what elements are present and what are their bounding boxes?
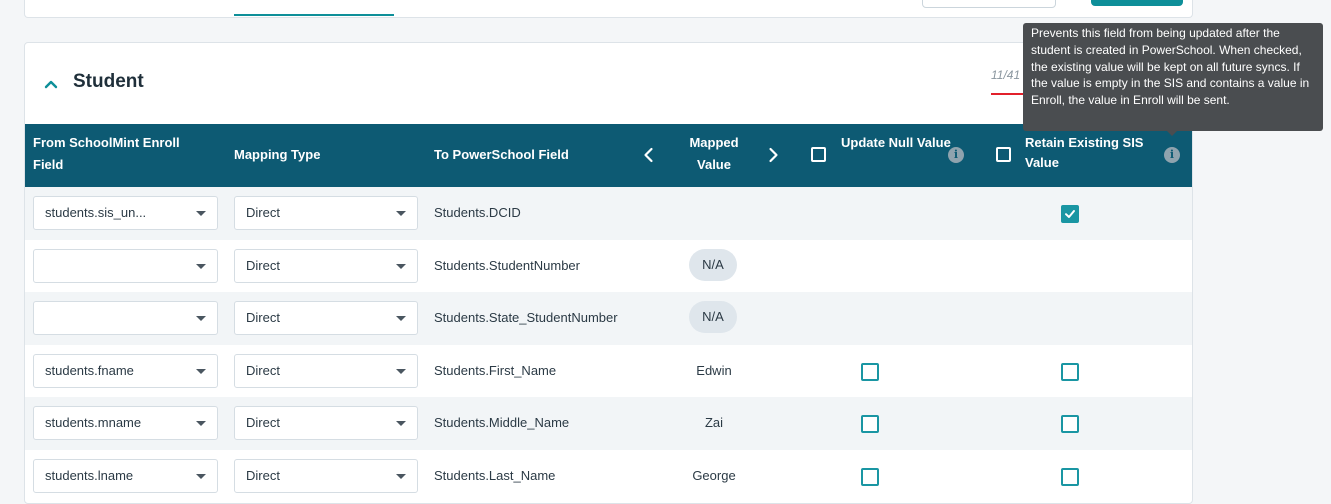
- enroll-field-value: students.fname: [45, 362, 134, 378]
- retain-existing-checkbox[interactable]: [1061, 467, 1079, 486]
- caret-down-icon: [396, 421, 406, 426]
- powerschool-field: Students.First_Name: [434, 362, 557, 378]
- caret-down-icon: [196, 211, 206, 216]
- header-update-null: Update Null Value: [841, 135, 951, 150]
- mapping-type-select[interactable]: Direct: [234, 458, 418, 493]
- mapped-value: Edwin: [696, 362, 732, 378]
- mapping-type-value: Direct: [246, 362, 280, 378]
- table-row: Direct Students.StudentNumber N/A: [25, 240, 1192, 293]
- caret-down-icon: [396, 263, 406, 269]
- header-to-field: To PowerSchool Field: [434, 147, 569, 162]
- tooltip-arrow: [1166, 130, 1178, 136]
- caret-down-icon: [196, 263, 206, 269]
- powerschool-field: Students.Last_Name: [434, 467, 556, 483]
- powerschool-field: Students.StudentNumber: [434, 257, 580, 273]
- enroll-field-value: students.lname: [45, 467, 134, 483]
- table-row: Direct Students.State_StudentNumber N/A: [25, 292, 1192, 345]
- mapping-type-value: Direct: [246, 415, 280, 430]
- retain-existing-checkbox[interactable]: [1061, 205, 1079, 223]
- enroll-field-select[interactable]: students.fname: [33, 353, 218, 388]
- mapping-type-select[interactable]: Direct: [234, 353, 418, 388]
- caret-down-icon: [396, 316, 406, 321]
- mapping-type-value: Direct: [246, 257, 280, 273]
- table-row: students.lname Direct Students.Last_Name Ge…: [25, 450, 1192, 503]
- enroll-field-select[interactable]: [33, 248, 218, 283]
- header-mapping-type: Mapping Type: [234, 147, 321, 162]
- retain-existing-checkbox[interactable]: [1061, 415, 1079, 433]
- checkmark-icon: [1065, 210, 1075, 218]
- update-null-checkbox[interactable]: [861, 467, 879, 486]
- caret-down-icon: [196, 473, 206, 479]
- mapping-type-select[interactable]: Direct: [234, 196, 418, 230]
- section-title: Student: [73, 71, 144, 92]
- field-counter: 11/41: [991, 68, 1021, 82]
- header-mapped-value: Mapped Value: [689, 135, 739, 172]
- mapped-value: Zai: [704, 415, 724, 430]
- powerschool-field: Students.DCID: [434, 205, 521, 220]
- retain-existing-checkbox[interactable]: [1061, 362, 1079, 381]
- enroll-field-select[interactable]: students.sis_un...: [33, 196, 218, 230]
- powerschool-field: Students.State_StudentNumber: [434, 310, 618, 325]
- secondary-button[interactable]: [922, 0, 1056, 8]
- section-header: Student 11/41 dir: [25, 43, 1192, 124]
- mapping-type-select[interactable]: Direct: [234, 406, 418, 440]
- retain-existing-tooltip: Prevents this field from being updated a…: [1023, 23, 1323, 131]
- caret-down-icon: [196, 316, 206, 321]
- select-all-update-null-checkbox[interactable]: [811, 147, 826, 162]
- student-section-card: Student 11/41 dir From SchoolMint Enroll…: [24, 42, 1193, 504]
- mapped-value-badge: N/A: [689, 301, 737, 333]
- mapping-type-value: Direct: [246, 467, 280, 483]
- enroll-field-select[interactable]: students.mname: [33, 406, 218, 440]
- enroll-field-value: students.mname: [45, 415, 142, 430]
- chevron-up-icon[interactable]: [43, 76, 59, 92]
- table-row: students.mname Direct Students.Middle_Name…: [25, 397, 1192, 450]
- mapping-type-value: Direct: [246, 205, 280, 220]
- header-retain-existing: Retain Existing SIS Value: [1025, 135, 1144, 170]
- select-all-retain-checkbox[interactable]: [996, 147, 1011, 162]
- mapping-type-select[interactable]: Direct: [234, 301, 418, 335]
- caret-down-icon: [396, 473, 406, 479]
- caret-down-icon: [196, 368, 206, 374]
- chevron-left-icon[interactable]: [639, 145, 659, 165]
- enroll-field-value: students.sis_un...: [45, 205, 147, 220]
- primary-button[interactable]: [1091, 0, 1183, 6]
- caret-down-icon: [196, 421, 206, 426]
- chevron-right-icon[interactable]: [763, 145, 783, 165]
- info-icon[interactable]: i: [948, 147, 964, 163]
- update-null-checkbox[interactable]: [861, 362, 879, 381]
- mapped-value-badge: N/A: [689, 248, 737, 281]
- mapped-value: George: [692, 467, 736, 483]
- powerschool-field: Students.Middle_Name: [434, 415, 570, 430]
- enroll-field-select[interactable]: students.lname: [33, 458, 218, 493]
- info-icon[interactable]: i: [1164, 147, 1180, 163]
- mapping-type-select[interactable]: Direct: [234, 248, 418, 283]
- mapping-type-value: Direct: [246, 310, 280, 325]
- active-tab-indicator: [234, 14, 394, 16]
- caret-down-icon: [396, 368, 406, 374]
- enroll-field-select[interactable]: [33, 301, 218, 335]
- table-row: students.fname Direct Students.First_Name E…: [25, 345, 1192, 398]
- update-null-checkbox[interactable]: [861, 415, 879, 433]
- table-header: From SchoolMint Enroll Field Mapping Typ…: [25, 124, 1192, 187]
- table-row: students.sis_un... Direct Students.DCID: [25, 187, 1192, 240]
- caret-down-icon: [396, 211, 406, 216]
- header-from-field: From SchoolMint Enroll Field: [33, 135, 180, 172]
